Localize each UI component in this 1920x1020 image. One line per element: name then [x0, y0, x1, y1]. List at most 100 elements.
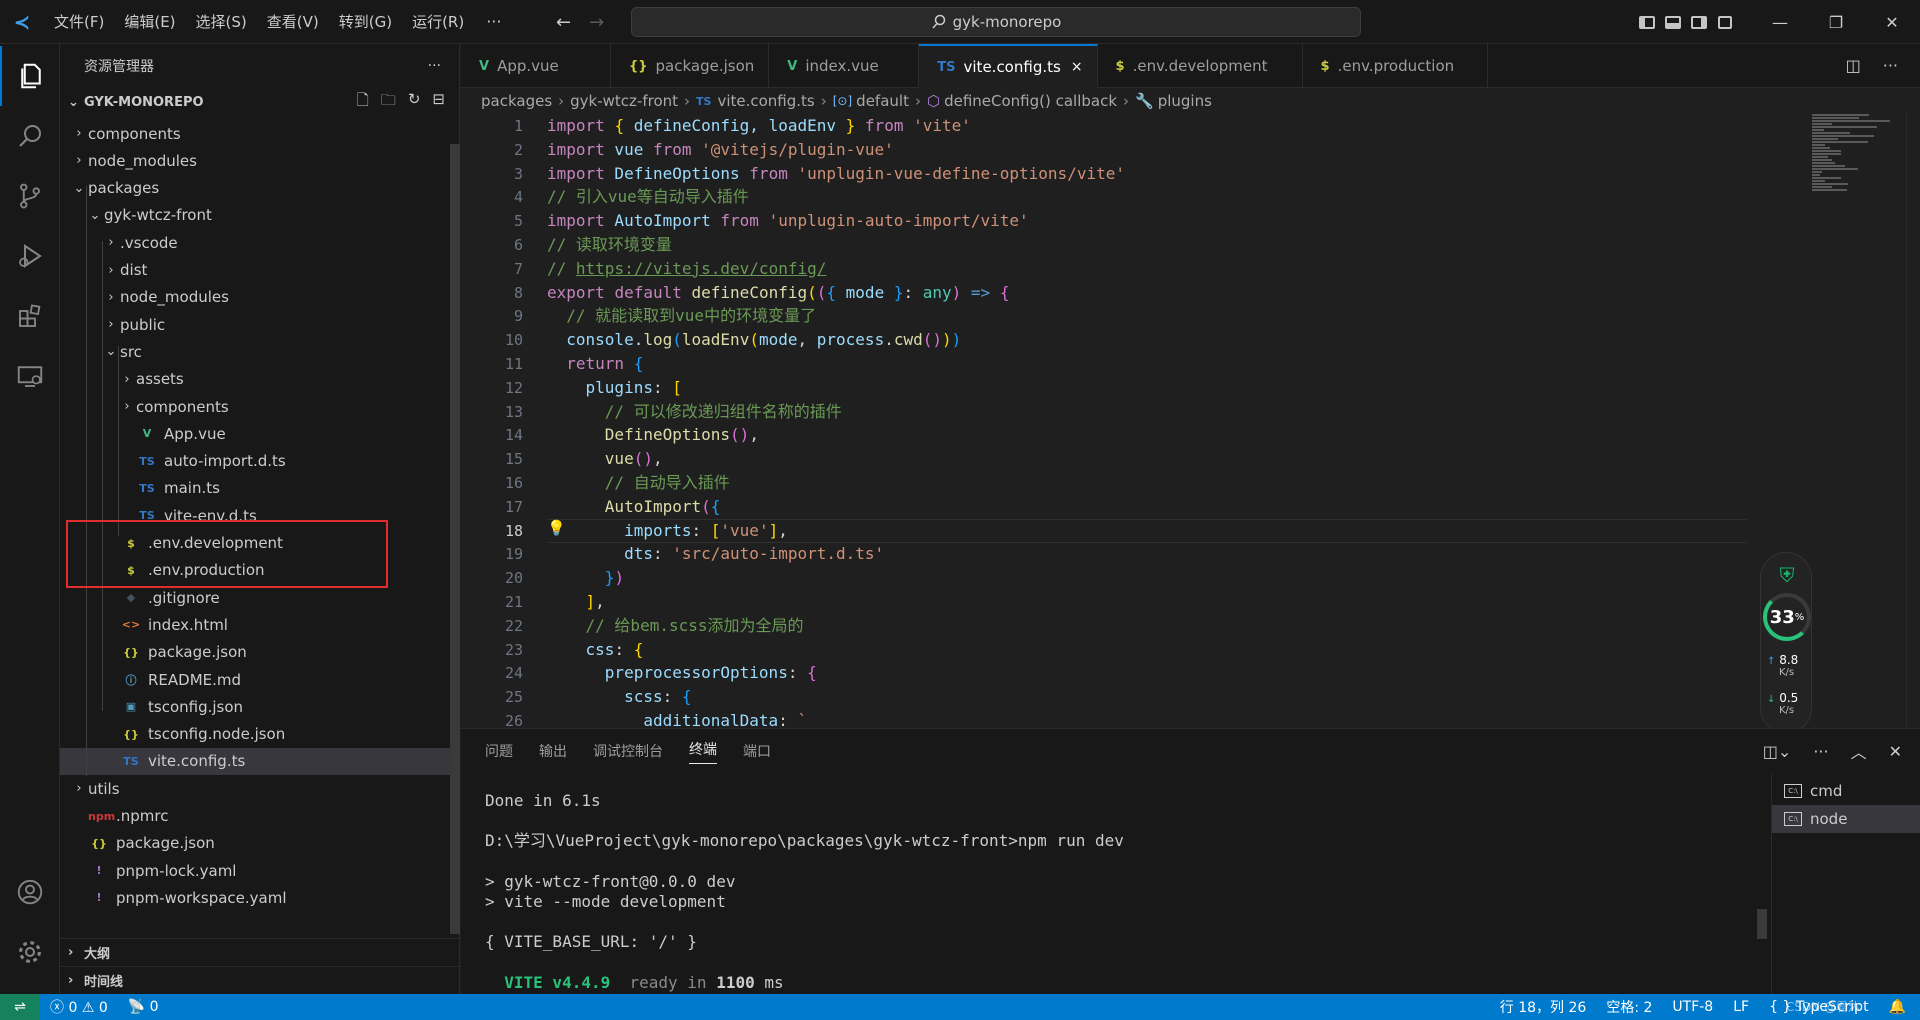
end-of-line[interactable]: LF	[1723, 999, 1759, 1015]
tree-item[interactable]: <> index.html	[60, 611, 452, 638]
forward-arrow-icon[interactable]: →	[589, 12, 604, 33]
explorer-icon[interactable]	[0, 46, 60, 106]
tree-item[interactable]: {} package.json	[60, 830, 452, 857]
tree-item[interactable]: ◆ .gitignore	[60, 584, 452, 611]
code-line[interactable]: console.log(loadEnv(mode, process.cwd())…	[547, 328, 961, 352]
code-line[interactable]: // 自动导入插件	[547, 471, 730, 495]
editor-more-icon[interactable]: ···	[1883, 56, 1898, 75]
menu-view[interactable]: 查看(V)	[257, 0, 329, 44]
timeline-section[interactable]: › 时间线	[60, 966, 460, 994]
customize-layout-icon[interactable]	[1712, 0, 1738, 44]
collapse-all-icon[interactable]: ⊟	[432, 90, 445, 115]
network-monitor-widget[interactable]: ⛨ 33% ↑ 8.8 K/s ↓ 0.5 K/s	[1760, 552, 1812, 734]
close-window-icon[interactable]: ✕	[1864, 0, 1920, 44]
tree-item[interactable]: › dist	[60, 257, 452, 284]
editor-tab[interactable]: TS vite.config.ts ×	[919, 44, 1098, 88]
cursor-position[interactable]: 行 18，列 26	[1490, 997, 1597, 1017]
code-line[interactable]: ],	[547, 590, 605, 614]
panel-more-icon[interactable]: ···	[1813, 742, 1828, 761]
editor-tab[interactable]: {} package.json	[611, 44, 770, 88]
accounts-icon[interactable]	[0, 862, 60, 922]
new-folder-icon[interactable]: 🗀	[381, 90, 396, 115]
tree-item[interactable]: › components	[60, 120, 452, 147]
minimize-icon[interactable]: —	[1752, 0, 1808, 44]
tree-item[interactable]: ▣ tsconfig.json	[60, 693, 452, 720]
code-line[interactable]: // 给bem.scss添加为全局的	[547, 614, 804, 638]
extensions-icon[interactable]	[0, 286, 60, 346]
breadcrumb-project[interactable]: gyk-wtcz-front	[570, 92, 678, 110]
terminal-scrollbar[interactable]	[1757, 909, 1767, 939]
code-line[interactable]: })	[547, 566, 624, 590]
code-line[interactable]: // 读取环境变量	[547, 233, 672, 257]
menu-file[interactable]: 文件(F)	[44, 0, 114, 44]
code-line[interactable]: import DefineOptions from 'unplugin-vue-…	[547, 162, 1125, 186]
minimap[interactable]	[1812, 114, 1902, 194]
code-line[interactable]: export default defineConfig(({ mode }: a…	[547, 281, 1009, 305]
code-line[interactable]: import vue from '@vitejs/plugin-vue'	[547, 138, 894, 162]
split-editor-icon[interactable]: ◫	[1846, 56, 1861, 75]
menu-go[interactable]: 转到(G)	[329, 0, 402, 44]
search-view-icon[interactable]	[0, 106, 60, 166]
ports-status[interactable]: 📡 0	[118, 999, 169, 1015]
breadcrumb-plugins[interactable]: plugins	[1158, 92, 1212, 110]
back-arrow-icon[interactable]: ←	[556, 12, 571, 33]
notifications-bell-icon[interactable]: 🔔	[1879, 999, 1920, 1015]
restore-icon[interactable]: ❐	[1808, 0, 1864, 44]
new-file-icon[interactable]: 🗋	[357, 90, 369, 115]
breadcrumb-file[interactable]: vite.config.ts	[717, 92, 814, 110]
menu-selection[interactable]: 选择(S)	[186, 0, 257, 44]
toggle-sidebar-icon[interactable]	[1634, 0, 1660, 44]
remote-indicator-icon[interactable]: ⇌	[0, 994, 40, 1020]
close-icon[interactable]: ×	[1071, 59, 1083, 75]
code-line[interactable]: css: {	[547, 638, 644, 662]
workspace-root[interactable]: ⌄ GYK-MONOREPO 🗋 🗀 ↻ ⊟	[60, 88, 459, 116]
code-line[interactable]: // 就能读取到vue中的环境变量了	[547, 304, 816, 328]
lightbulb-icon[interactable]: 💡	[547, 519, 566, 537]
editor-tab[interactable]: V App.vue	[461, 44, 611, 88]
code-line[interactable]: preprocessorOptions: {	[547, 661, 817, 685]
tree-item[interactable]: TS vite.config.ts	[60, 747, 452, 775]
panel-tab[interactable]: 调试控制台	[593, 741, 663, 761]
tree-item[interactable]: ! pnpm-lock.yaml	[60, 857, 452, 884]
editor-tab[interactable]: $ .env.development	[1098, 44, 1303, 88]
toggle-panel-icon[interactable]	[1660, 0, 1686, 44]
source-control-icon[interactable]	[0, 166, 60, 226]
tree-item[interactable]: › utils	[60, 775, 452, 802]
toggle-secondary-sidebar-icon[interactable]	[1686, 0, 1712, 44]
indentation[interactable]: 空格: 2	[1596, 997, 1662, 1017]
panel-tab[interactable]: 终端	[689, 739, 717, 764]
terminal-instance[interactable]: C:\ node	[1772, 805, 1920, 833]
code-line[interactable]: plugins: [	[547, 376, 682, 400]
terminal-instance[interactable]: C:\ cmd	[1772, 777, 1920, 805]
tree-item[interactable]: npm .npmrc	[60, 803, 452, 830]
breadcrumb-callback[interactable]: defineConfig() callback	[944, 92, 1117, 110]
code-line[interactable]: imports: ['vue'],	[547, 519, 788, 543]
tree-item[interactable]: ! pnpm-workspace.yaml	[60, 884, 452, 911]
code-line[interactable]: additionalData: `	[547, 709, 807, 728]
manage-gear-icon[interactable]	[0, 922, 60, 982]
panel-tab[interactable]: 问题	[485, 741, 513, 761]
tree-item[interactable]: ⓘ README.md	[60, 666, 452, 693]
tree-item[interactable]: › node_modules	[60, 147, 452, 174]
code-line[interactable]: import AutoImport from 'unplugin-auto-im…	[547, 209, 1029, 233]
tree-item[interactable]: {} tsconfig.node.json	[60, 721, 452, 748]
tree-item[interactable]: › public	[60, 311, 452, 338]
editor-scrollbar[interactable]	[1906, 114, 1920, 728]
run-debug-icon[interactable]	[0, 226, 60, 286]
editor-tab[interactable]: Vindex.vue	[769, 44, 920, 88]
tree-item[interactable]: ⌄ packages	[60, 175, 452, 202]
breadcrumb-default[interactable]: default	[856, 92, 909, 110]
tree-item[interactable]: › .vscode	[60, 229, 452, 256]
code-line[interactable]: import { defineConfig, loadEnv } from 'v…	[547, 114, 971, 138]
editor-tab[interactable]: $ .env.production	[1303, 44, 1488, 88]
code-line[interactable]: scss: {	[547, 685, 691, 709]
close-panel-icon[interactable]: ✕	[1889, 742, 1902, 761]
panel-tab[interactable]: 输出	[539, 741, 567, 761]
menu-run[interactable]: 运行(R)	[402, 0, 474, 44]
panel-tab[interactable]: 端口	[743, 741, 771, 761]
sidebar-scrollbar[interactable]	[450, 144, 460, 934]
explorer-more-icon[interactable]: ···	[428, 58, 441, 74]
menu-edit[interactable]: 编辑(E)	[114, 0, 185, 44]
encoding[interactable]: UTF-8	[1662, 999, 1723, 1015]
tree-item[interactable]: ⌄ gyk-wtcz-front	[60, 202, 452, 229]
